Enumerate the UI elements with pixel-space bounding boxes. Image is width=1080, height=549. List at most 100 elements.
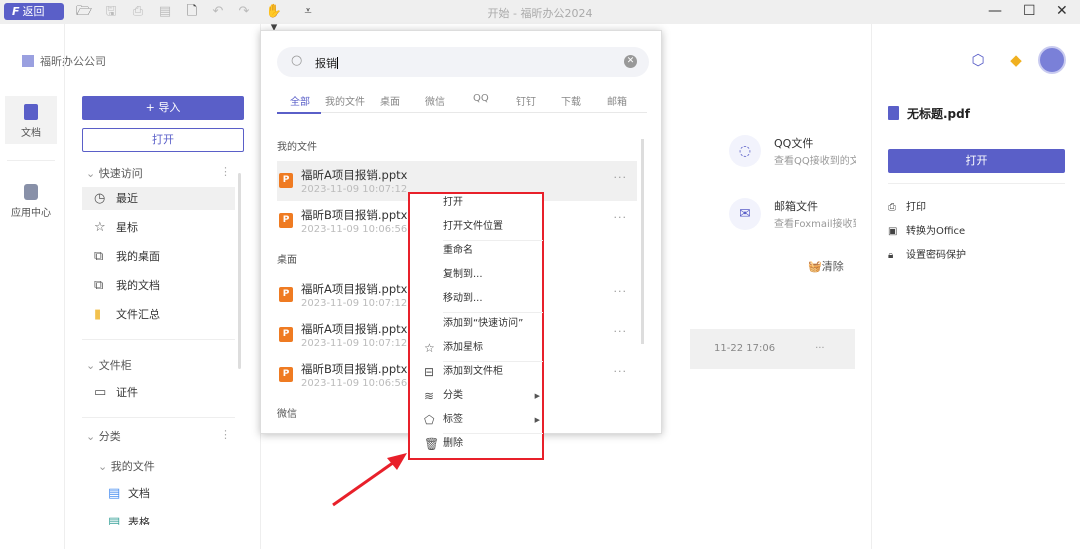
menu-open-location[interactable]: 打开文件位置 — [410, 215, 542, 239]
tab-wechat[interactable]: 微信 — [425, 93, 445, 108]
close-button[interactable]: ✕ — [1056, 3, 1068, 19]
results-scrollbar[interactable] — [641, 139, 644, 344]
apps-grid-icon — [24, 184, 38, 200]
divider — [871, 24, 872, 549]
sidebar-item-desktop[interactable]: ⧉ 我的桌面 — [82, 245, 235, 268]
tab-desktop[interactable]: 桌面 — [380, 93, 400, 108]
file-name: 福昕A项目报销.pptx — [301, 282, 408, 296]
star-icon: ☆ — [94, 220, 106, 235]
folder-icon: ▮ — [94, 307, 102, 322]
menu-delete[interactable]: 🗑︎ 删除 — [410, 432, 542, 456]
nav-label: 文档 — [128, 487, 150, 500]
search-input[interactable]: ○ 报销 ✕ — [277, 47, 649, 77]
file-name: 无标题.pdf — [907, 107, 970, 121]
card-desc: 查看Foxmail接收到 — [774, 219, 856, 230]
qq-files-card[interactable]: ◌ QQ文件 查看QQ接收到的文 — [729, 135, 859, 169]
trash-icon: 🗑︎ — [424, 437, 440, 451]
action-print[interactable]: ⎙ 打印 — [888, 198, 926, 213]
premium-diamond-icon[interactable]: ◆ — [1006, 50, 1026, 70]
maximize-button[interactable]: ☐ — [1023, 3, 1036, 19]
menu-copy-to[interactable]: 复制到... — [410, 263, 542, 287]
more-icon[interactable]: ··· — [614, 365, 628, 378]
more-icon[interactable]: ··· — [614, 325, 628, 338]
more-icon[interactable]: ··· — [815, 343, 825, 354]
menu-add-star[interactable]: ☆ 添加星标 — [410, 336, 542, 360]
section-cabinet[interactable]: 文件柜 — [86, 357, 132, 373]
tab-my-files[interactable]: 我的文件 — [325, 93, 365, 108]
menu-add-cabinet[interactable]: ⊟ 添加到文件柜 — [410, 360, 542, 384]
tab-qq[interactable]: QQ — [473, 93, 489, 104]
file-date: 2023-11-09 10:07:12 — [301, 338, 408, 349]
word-icon: ▣ — [888, 226, 898, 237]
tab-all[interactable]: 全部 — [290, 93, 310, 108]
desktop-icon: ⧉ — [94, 249, 104, 264]
file-date: 2023-11-09 10:07:12 — [301, 184, 408, 195]
category-spreadsheets[interactable]: ▤ 表格 — [82, 511, 235, 525]
more-vertical-icon[interactable]: ⋮ — [220, 428, 231, 441]
menu-tag[interactable]: ⬠ 标签 ▶ — [410, 408, 542, 432]
menu-rename[interactable]: 重命名 — [410, 239, 542, 263]
section-category[interactable]: 分类 — [86, 428, 121, 444]
context-menu: 打开 打开文件位置 重命名 复制到... 移动到... 添加到“快速访问” ☆ 添… — [408, 192, 544, 460]
action-convert-office[interactable]: ▣ 转换为Office — [888, 222, 965, 237]
more-icon[interactable]: ··· — [614, 285, 628, 298]
section-quick-access[interactable]: 快速访问 — [86, 165, 143, 181]
pptx-file-icon: P — [279, 327, 293, 342]
clock-icon: ◷ — [94, 191, 106, 206]
nav-label: 文件汇总 — [116, 308, 160, 321]
title-bar: F 返回 🗁 🖫 ⎙ ▤ 🗋 ↶ ↷ ✋▾ ⩡ 开始 - 福昕办公2024 — ☐… — [0, 0, 1080, 35]
clear-button[interactable]: 🧺清除 — [808, 258, 844, 274]
mail-icon: ✉ — [729, 198, 761, 230]
doc-file-icon: ▤ — [108, 486, 121, 501]
clear-search-icon[interactable]: ✕ — [624, 55, 637, 68]
minimize-button[interactable]: — — [988, 3, 1002, 19]
sidebar-item-recent[interactable]: ◷ 最近 — [82, 187, 235, 210]
qq-icon: ◌ — [729, 135, 761, 167]
menu-add-quick-access[interactable]: 添加到“快速访问” — [410, 312, 542, 336]
search-tabs: 全部 我的文件 桌面 微信 QQ 钉钉 下载 邮箱 — [277, 93, 647, 113]
menu-category[interactable]: ≋ 分类 ▶ — [410, 384, 542, 408]
tab-dingtalk[interactable]: 钉钉 — [516, 93, 536, 108]
layers-icon: ≋ — [424, 389, 435, 403]
sidebar-scrollbar[interactable] — [238, 173, 241, 369]
company-label: 福昕办公公司 — [40, 55, 106, 68]
more-vertical-icon[interactable]: ⋮ — [220, 165, 231, 178]
basket-icon: 🧺 — [808, 260, 822, 273]
tab-mail[interactable]: 邮箱 — [607, 93, 627, 108]
avatar[interactable] — [1038, 46, 1066, 74]
open-file-button[interactable]: 打开 — [888, 149, 1065, 173]
file-name: 福昕A项目报销.pptx — [301, 322, 408, 336]
mail-files-card[interactable]: ✉ 邮箱文件 查看Foxmail接收到 — [729, 198, 859, 232]
file-name: 福昕B项目报销.pptx — [301, 208, 408, 222]
open-button[interactable]: 打开 — [82, 128, 244, 152]
document-icon — [24, 104, 38, 120]
rail-item-app-center[interactable]: 应用中心 — [5, 176, 57, 224]
sidebar-item-id-docs[interactable]: ▭ 证件 — [82, 381, 235, 404]
more-icon[interactable]: ··· — [614, 211, 628, 224]
sidebar-item-my-documents[interactable]: ⧉ 我的文档 — [82, 274, 235, 297]
rail-label: 文档 — [21, 128, 41, 139]
recent-file-row[interactable]: 11-22 17:06 ··· — [690, 329, 855, 369]
menu-move-to[interactable]: 移动到... — [410, 287, 542, 311]
group-title: 微信 — [277, 409, 297, 420]
menu-label: 添加到“快速访问” — [443, 318, 524, 329]
settings-icon[interactable]: ⬡ — [968, 50, 988, 70]
search-query: 报销 — [315, 57, 337, 70]
category-documents[interactable]: ▤ 文档 — [82, 482, 235, 505]
action-label: 设置密码保护 — [906, 250, 966, 261]
file-date: 2023-11-09 10:07:12 — [301, 298, 408, 309]
pptx-file-icon: P — [279, 287, 293, 302]
more-icon[interactable]: ··· — [614, 171, 628, 184]
rail-item-documents[interactable]: 文档 — [5, 96, 57, 144]
clear-label: 清除 — [821, 260, 844, 273]
divider — [7, 160, 55, 161]
menu-label: 打开文件位置 — [443, 221, 503, 232]
action-password[interactable]: 🔒︎ 设置密码保护 — [888, 246, 966, 261]
menu-open[interactable]: 打开 — [410, 191, 542, 215]
tab-downloads[interactable]: 下载 — [561, 93, 581, 108]
sidebar-item-starred[interactable]: ☆ 星标 — [82, 216, 235, 239]
category-my-files[interactable]: 我的文件 — [98, 458, 155, 474]
import-button[interactable]: + 导入 — [82, 96, 244, 120]
sidebar-item-file-summary[interactable]: ▮ 文件汇总 — [82, 303, 235, 326]
cabinet-icon: ⊟ — [424, 365, 435, 379]
